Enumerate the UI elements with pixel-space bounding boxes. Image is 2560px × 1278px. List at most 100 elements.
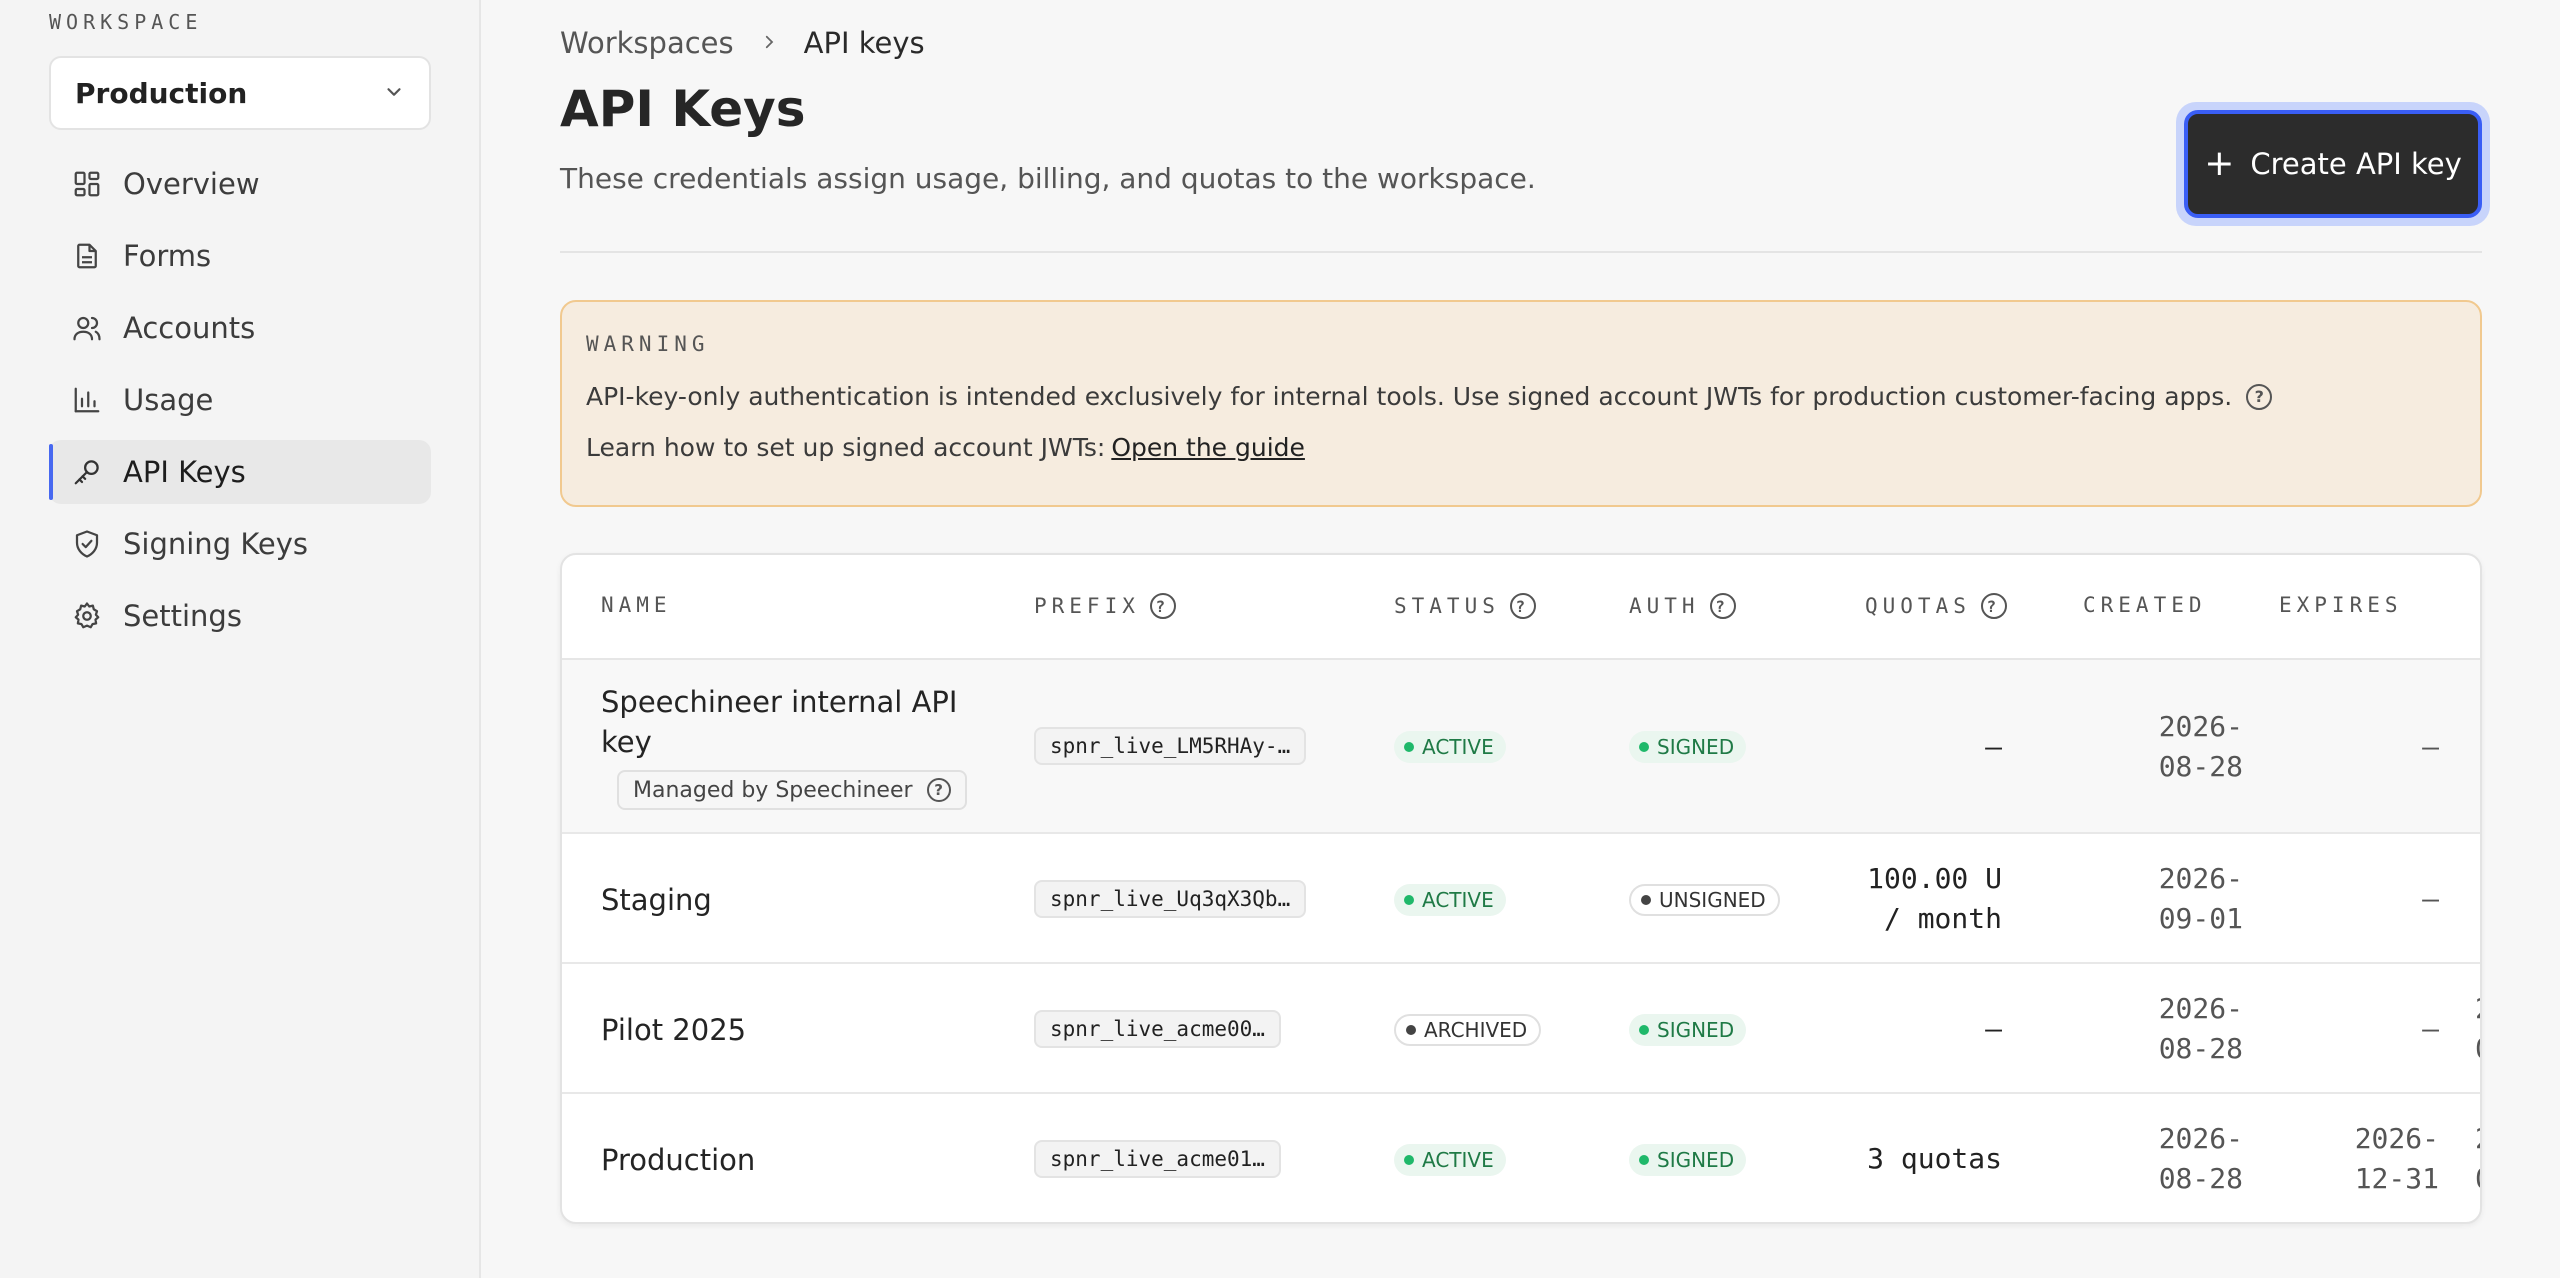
key-prefix[interactable]: spnr_live_acme00…: [1034, 1010, 1281, 1048]
table-header: NAME PREFIX ? STATUS ? AUTH ? QUOTAS ? C…: [562, 555, 2480, 660]
status-dot: [1639, 1025, 1649, 1035]
warning-message-line: API-key-only authentication is intended …: [586, 382, 2456, 411]
status-dot: [1404, 895, 1414, 905]
key-prefix[interactable]: spnr_live_acme01…: [1034, 1140, 1281, 1178]
column-header-expires: EXPIRES: [2279, 593, 2403, 617]
gear-icon: [71, 600, 103, 632]
key-name-line: Speechineer internal API: [601, 685, 958, 719]
sidebar-item-api-keys[interactable]: API Keys: [49, 440, 431, 504]
date-line: 12-31: [2354, 1162, 2439, 1195]
shield-icon: [71, 528, 103, 560]
page-title: API Keys: [560, 80, 806, 138]
bar-chart-icon: [71, 384, 103, 416]
date-line: 08-28: [2158, 1032, 2243, 1065]
date-line: —: [2422, 1012, 2439, 1045]
status-label: ARCHIVED: [1424, 1018, 1528, 1042]
help-icon[interactable]: ?: [2246, 383, 2273, 410]
sidebar-item-accounts[interactable]: Accounts: [49, 296, 431, 360]
quota-line: 3 quotas: [1867, 1142, 2002, 1175]
help-icon[interactable]: ?: [926, 778, 951, 802]
date-line: 2026-: [2158, 992, 2243, 1025]
date-line: —: [2422, 882, 2439, 915]
created-date: 2026- 08-28: [2113, 707, 2243, 787]
status-dot: [1404, 1155, 1414, 1165]
date-line: —: [2422, 730, 2439, 763]
help-icon[interactable]: ?: [1149, 593, 1176, 619]
date-line: 0: [2475, 1029, 2480, 1069]
date-line: 2: [2475, 1119, 2480, 1159]
quota-value: —: [1985, 727, 2002, 767]
status-badge: ACTIVE: [1394, 884, 1506, 916]
help-icon[interactable]: ?: [1709, 593, 1736, 619]
sidebar-item-signing-keys[interactable]: Signing Keys: [49, 512, 431, 576]
status-dot: [1406, 1025, 1416, 1035]
created-date: 2026- 09-01: [2113, 859, 2243, 939]
auth-label: SIGNED: [1657, 735, 1735, 759]
date-line: 2026-: [2158, 710, 2243, 743]
api-keys-table: NAME PREFIX ? STATUS ? AUTH ? QUOTAS ? C…: [560, 553, 2482, 1224]
expires-date: 2026- 12-31: [2309, 1119, 2439, 1199]
breadcrumb-workspaces-link[interactable]: Workspaces: [560, 26, 734, 60]
auth-label: SIGNED: [1657, 1018, 1735, 1042]
status-badge: ACTIVE: [1394, 731, 1506, 763]
quota-value: 3 quotas: [1867, 1139, 2002, 1179]
create-api-key-button[interactable]: + Create API key: [2184, 110, 2482, 218]
users-icon: [71, 312, 103, 344]
key-prefix[interactable]: spnr_live_Uq3qX3Qb…: [1034, 880, 1307, 918]
sidebar-item-overview[interactable]: Overview: [49, 152, 431, 216]
date-line: 0: [2475, 1159, 2480, 1199]
plus-icon: +: [2204, 143, 2235, 184]
status-dot: [1639, 1155, 1649, 1165]
workspace-select[interactable]: Production: [49, 56, 431, 130]
workspace-label: WORKSPACE: [49, 10, 203, 34]
table-row[interactable]: Staging spnr_live_Uq3qX3Qb… ACTIVE UNSIG…: [562, 834, 2480, 964]
overflow-column-value: 2 0: [2475, 989, 2480, 1069]
sidebar-item-settings[interactable]: Settings: [49, 584, 431, 648]
quota-line: 100.00 U: [1867, 862, 2002, 895]
status-dot: [1641, 895, 1651, 905]
table-row[interactable]: Speechineer internal API key Managed by …: [562, 660, 2480, 834]
table-row[interactable]: Pilot 2025 spnr_live_acme00… ARCHIVED SI…: [562, 964, 2480, 1094]
key-name: Pilot 2025: [601, 1013, 747, 1047]
created-date: 2026- 08-28: [2113, 989, 2243, 1069]
breadcrumb-current: API keys: [803, 26, 925, 60]
column-header-auth: AUTH ?: [1629, 593, 1736, 619]
workspace-selected-value: Production: [75, 76, 248, 110]
date-line: 08-28: [2158, 750, 2243, 783]
help-icon[interactable]: ?: [1980, 593, 2007, 619]
sidebar-item-label: Settings: [123, 599, 242, 633]
warning-title: WARNING: [586, 332, 710, 356]
column-header-prefix: PREFIX ?: [1034, 593, 1176, 619]
column-header-label: QUOTAS: [1865, 594, 1971, 618]
column-header-label: AUTH: [1629, 594, 1700, 618]
sidebar-item-usage[interactable]: Usage: [49, 368, 431, 432]
key-prefix[interactable]: spnr_live_LM5RHAy-…: [1034, 727, 1307, 765]
warning-callout: WARNING API-key-only authentication is i…: [560, 300, 2482, 507]
quota-value: 100.00 U / month: [1867, 859, 2002, 939]
date-line: 2026-: [2158, 862, 2243, 895]
auth-badge: SIGNED: [1629, 1014, 1747, 1046]
managed-label: Managed by Speechineer: [633, 777, 913, 803]
quota-line: —: [1985, 1012, 2002, 1045]
expires-date: —: [2309, 879, 2439, 919]
key-name: Production: [601, 1143, 756, 1177]
chevron-down-icon: [383, 77, 405, 110]
quota-line: / month: [1883, 902, 2002, 935]
column-header-status: STATUS ?: [1394, 593, 1536, 619]
date-line: 2026-: [2158, 1122, 2243, 1155]
sidebar-item-forms[interactable]: Forms: [49, 224, 431, 288]
status-label: ACTIVE: [1422, 735, 1494, 759]
auth-badge: UNSIGNED: [1629, 884, 1780, 916]
document-icon: [71, 240, 103, 272]
column-header-name: NAME: [601, 593, 672, 617]
expires-date: —: [2309, 1009, 2439, 1049]
key-name: Speechineer internal API key: [601, 682, 957, 762]
sidebar-item-label: Forms: [123, 239, 212, 273]
help-icon[interactable]: ?: [1509, 593, 1536, 619]
open-guide-link[interactable]: Open the guide: [1111, 433, 1305, 462]
date-line: 2026-: [2354, 1122, 2439, 1155]
table-row[interactable]: Production spnr_live_acme01… ACTIVE SIGN…: [562, 1094, 2480, 1222]
status-badge: ARCHIVED: [1394, 1014, 1542, 1046]
column-header-quotas: QUOTAS ?: [1865, 593, 2007, 619]
header-divider: [560, 251, 2482, 253]
